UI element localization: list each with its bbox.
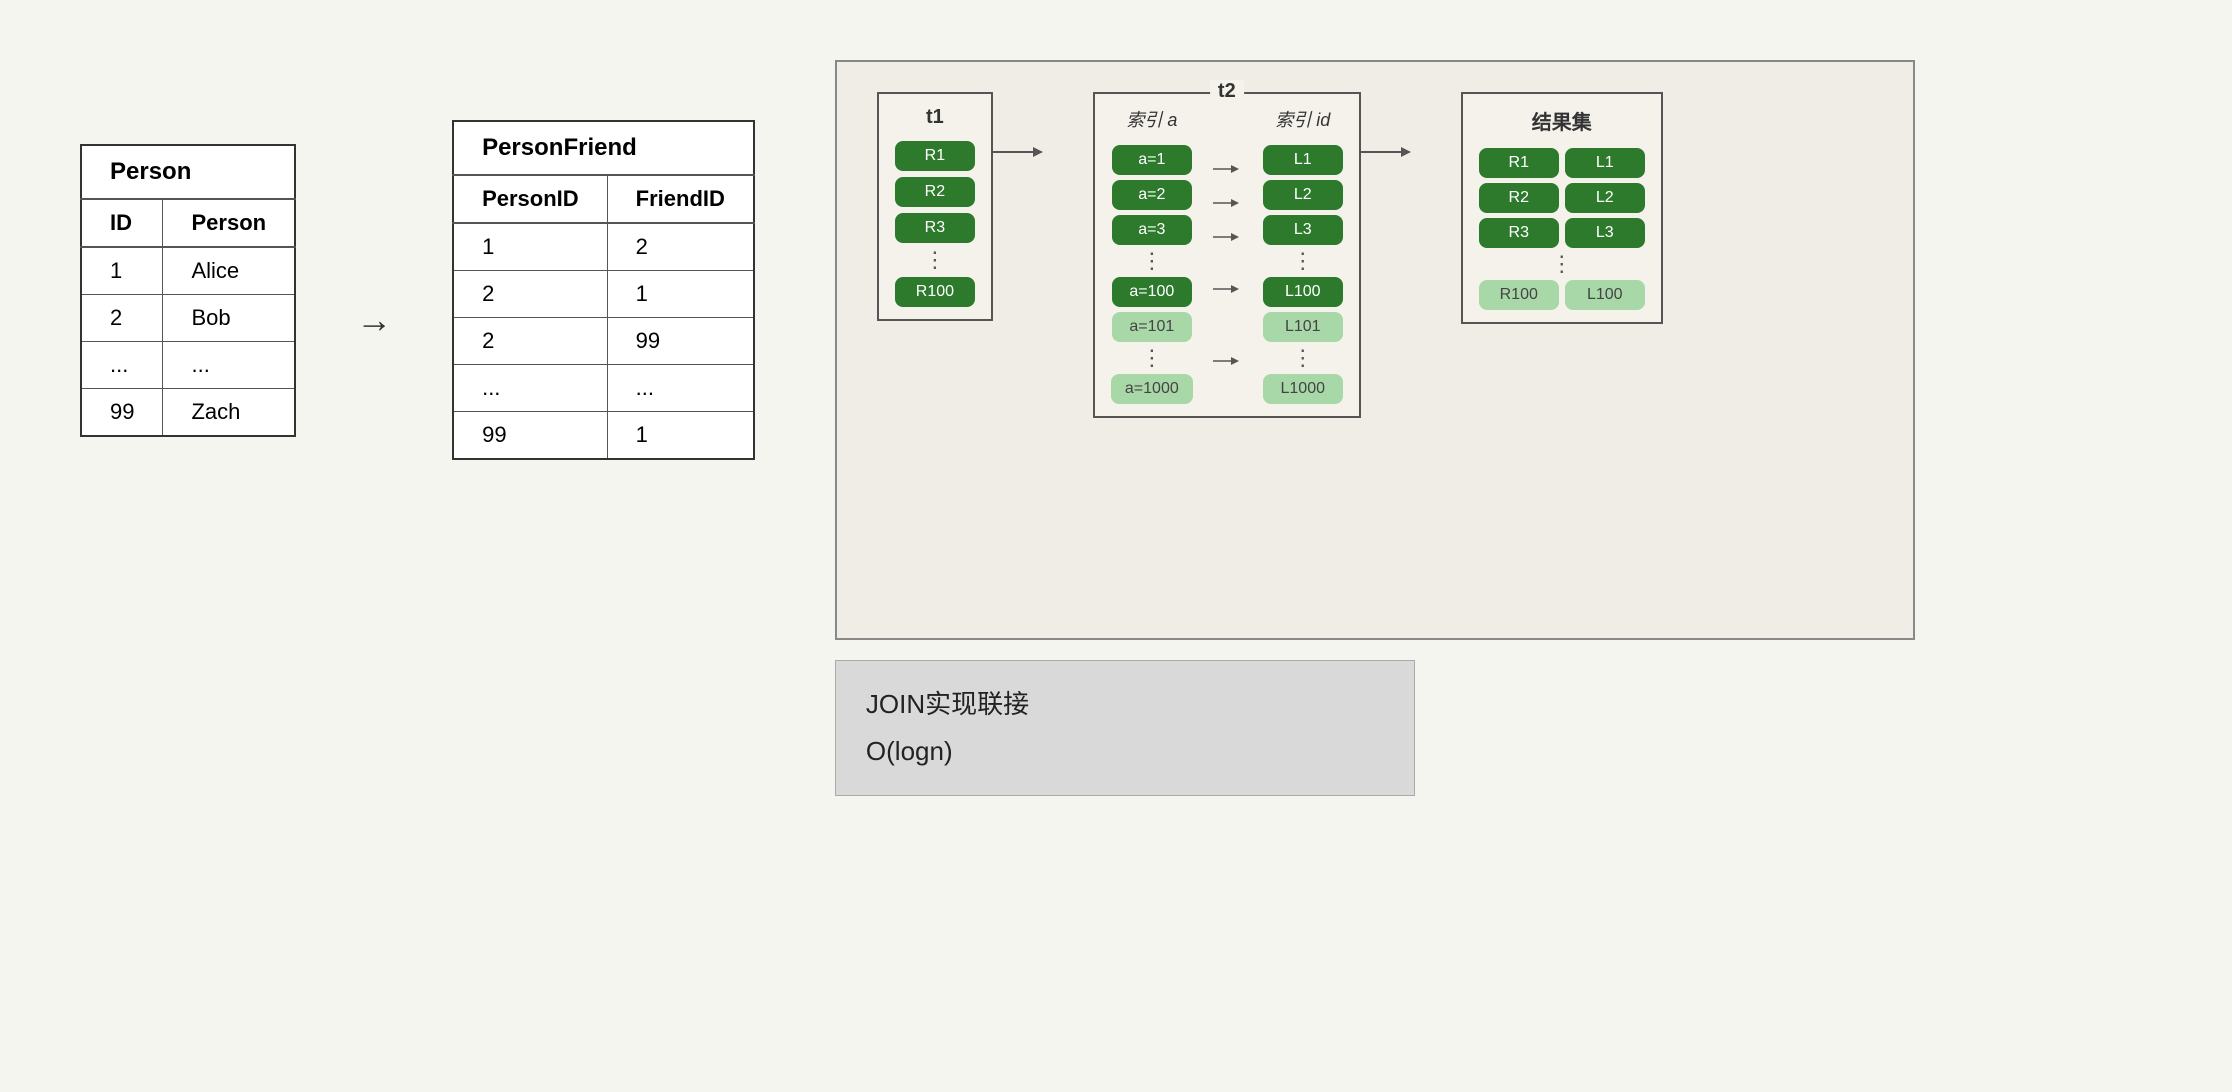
table-row: 299 bbox=[453, 318, 754, 365]
table-row: ...... bbox=[453, 365, 754, 412]
right-section: t1 R1 R2 R3 ⋮ R100 t2 索引 a a=1 a=2 a=3 ⋮… bbox=[835, 60, 1915, 796]
result-row-3: R3 L3 bbox=[1479, 218, 1645, 248]
table-cell: 99 bbox=[607, 318, 754, 365]
pf-col-friendid: FriendID bbox=[607, 175, 754, 223]
person-friend-table-title: PersonFriend bbox=[453, 121, 754, 175]
table-cell: Alice bbox=[163, 247, 295, 295]
caption-line2: O(logn) bbox=[866, 728, 1384, 775]
person-friend-table-container: PersonFriend PersonID FriendID 1221299..… bbox=[452, 120, 755, 460]
result-row-100: R100 L100 bbox=[1479, 280, 1645, 310]
person-col-name: Person bbox=[163, 199, 295, 247]
person-friend-table: PersonFriend PersonID FriendID 1221299..… bbox=[452, 120, 755, 460]
result-l2: L2 bbox=[1565, 183, 1645, 213]
index-id-l101: L101 bbox=[1263, 312, 1343, 342]
table-cell: 99 bbox=[453, 412, 607, 460]
caption-box: JOIN实现联接 O(logn) bbox=[835, 660, 1415, 796]
result-dot: ⋮ bbox=[1551, 253, 1573, 275]
index-id-col: 索引 id L1 L2 L3 ⋮ L100 L101 ⋮ L1000 bbox=[1263, 106, 1343, 404]
index-a-101: a=101 bbox=[1112, 312, 1192, 342]
t1-box: t1 R1 R2 R3 ⋮ R100 bbox=[877, 92, 993, 321]
index-id-l2: L2 bbox=[1263, 180, 1343, 210]
index-a-dot2: ⋮ bbox=[1141, 347, 1163, 369]
table-cell: ... bbox=[163, 341, 295, 388]
result-r2: R2 bbox=[1479, 183, 1559, 213]
index-arrows bbox=[1213, 106, 1243, 371]
index-a-100: a=100 bbox=[1112, 277, 1192, 307]
table-cell: Zach bbox=[163, 388, 295, 436]
table-cell: 1 bbox=[607, 271, 754, 318]
table-row: 21 bbox=[453, 271, 754, 318]
person-table-title: Person bbox=[81, 145, 295, 199]
table-cell: 2 bbox=[81, 294, 163, 341]
result-row-1: R1 L1 bbox=[1479, 148, 1645, 178]
result-r1: R1 bbox=[1479, 148, 1559, 178]
table-row: 991 bbox=[453, 412, 754, 460]
t2-label: t2 bbox=[1210, 80, 1244, 103]
result-r3: R3 bbox=[1479, 218, 1559, 248]
index-id-l1000: L1000 bbox=[1263, 374, 1343, 404]
result-box: 结果集 R1 L1 R2 L2 R3 L3 ⋮ R100 L100 bbox=[1461, 92, 1663, 324]
table-cell: ... bbox=[453, 365, 607, 412]
t1-r1: R1 bbox=[895, 141, 975, 171]
table-row: 1Alice bbox=[81, 247, 295, 295]
index-a-label: 索引 a bbox=[1126, 106, 1177, 132]
t1-r3: R3 bbox=[895, 213, 975, 243]
t1-r2: R2 bbox=[895, 177, 975, 207]
table-row: ...... bbox=[81, 341, 295, 388]
pf-col-personid: PersonID bbox=[453, 175, 607, 223]
table-cell: 2 bbox=[453, 318, 607, 365]
table-cell: 99 bbox=[81, 388, 163, 436]
result-row-2: R2 L2 bbox=[1479, 183, 1645, 213]
index-id-dot1: ⋮ bbox=[1292, 250, 1314, 272]
caption-line1: JOIN实现联接 bbox=[866, 681, 1384, 728]
table-cell: ... bbox=[607, 365, 754, 412]
index-id-l100: L100 bbox=[1263, 277, 1343, 307]
result-l1: L1 bbox=[1565, 148, 1645, 178]
index-a-col: 索引 a a=1 a=2 a=3 ⋮ a=100 a=101 ⋮ a=1000 bbox=[1111, 106, 1193, 404]
table-arrow: → bbox=[356, 299, 392, 341]
t1-dot: ⋮ bbox=[924, 249, 946, 271]
index-a-2: a=2 bbox=[1112, 180, 1192, 210]
index-id-label: 索引 id bbox=[1275, 106, 1330, 132]
index-a-1000: a=1000 bbox=[1111, 374, 1193, 404]
t1-r100: R100 bbox=[895, 277, 975, 307]
index-a-1: a=1 bbox=[1112, 145, 1192, 175]
person-table: Person ID Person 1Alice2Bob......99Zach bbox=[80, 144, 296, 437]
result-l3: L3 bbox=[1565, 218, 1645, 248]
left-section: Person ID Person 1Alice2Bob......99Zach … bbox=[80, 120, 755, 460]
table-row: 12 bbox=[453, 223, 754, 271]
t1-t2-arrow bbox=[993, 92, 1043, 162]
result-r100: R100 bbox=[1479, 280, 1559, 310]
table-cell: 1 bbox=[81, 247, 163, 295]
table-cell: 2 bbox=[607, 223, 754, 271]
t1-label: t1 bbox=[926, 106, 944, 129]
person-table-container: Person ID Person 1Alice2Bob......99Zach bbox=[80, 144, 296, 437]
result-l100: L100 bbox=[1565, 280, 1645, 310]
table-cell: 1 bbox=[453, 223, 607, 271]
index-a-dot1: ⋮ bbox=[1141, 250, 1163, 272]
t2-box: t2 索引 a a=1 a=2 a=3 ⋮ a=100 a=101 ⋮ a=10… bbox=[1093, 92, 1361, 418]
table-row: 99Zach bbox=[81, 388, 295, 436]
index-id-l3: L3 bbox=[1263, 215, 1343, 245]
table-cell: 1 bbox=[607, 412, 754, 460]
table-row: 2Bob bbox=[81, 294, 295, 341]
t2-result-arrow bbox=[1361, 92, 1411, 162]
index-a-3: a=3 bbox=[1112, 215, 1192, 245]
table-cell: Bob bbox=[163, 294, 295, 341]
result-label: 结果集 bbox=[1532, 106, 1592, 135]
index-id-dot2: ⋮ bbox=[1292, 347, 1314, 369]
diagram-box: t1 R1 R2 R3 ⋮ R100 t2 索引 a a=1 a=2 a=3 ⋮… bbox=[835, 60, 1915, 640]
person-col-id: ID bbox=[81, 199, 163, 247]
table-cell: ... bbox=[81, 341, 163, 388]
table-cell: 2 bbox=[453, 271, 607, 318]
index-id-l1: L1 bbox=[1263, 145, 1343, 175]
